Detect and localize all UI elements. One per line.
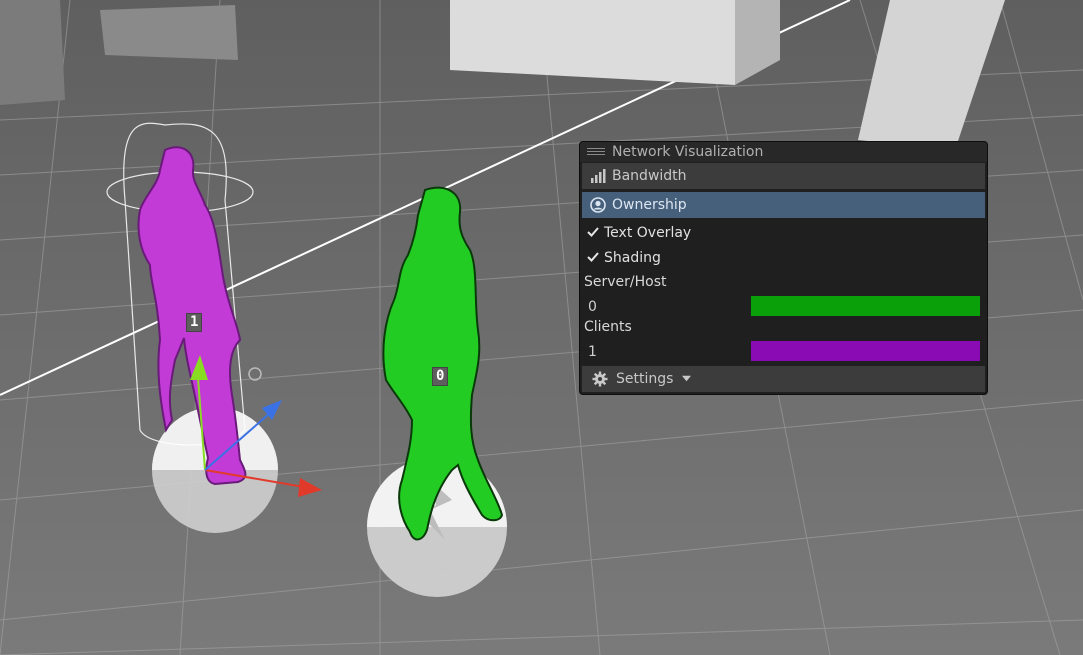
crate: [100, 5, 238, 60]
crate-left: [0, 0, 65, 105]
settings-dropdown-button[interactable]: Settings: [582, 366, 985, 392]
bandwidth-button[interactable]: Bandwidth: [582, 163, 985, 189]
panel-title: Network Visualization: [612, 144, 764, 160]
text-overlay-label: Text Overlay: [604, 225, 692, 241]
settings-label: Settings: [616, 371, 674, 387]
user-circle-icon: [590, 197, 606, 213]
signal-bars-icon: [591, 169, 606, 183]
server-host-id: 0: [588, 299, 597, 315]
checkmark-icon: [587, 252, 599, 262]
ownership-button[interactable]: Ownership: [582, 192, 985, 218]
text-overlay-toggle[interactable]: Text Overlay: [586, 221, 691, 245]
drag-handle-icon[interactable]: [587, 148, 605, 156]
wall-block: [450, 0, 735, 85]
green-player-owner-label: 0: [432, 367, 449, 386]
network-visualization-panel[interactable]: Network Visualization Bandwidth Ownershi…: [579, 141, 988, 395]
clients-heading: Clients: [584, 319, 632, 335]
ownership-label: Ownership: [612, 197, 687, 213]
shading-toggle[interactable]: Shading: [586, 246, 661, 270]
server-host-heading: Server/Host: [584, 274, 667, 290]
panel-title-bar[interactable]: Network Visualization: [580, 142, 987, 162]
gear-icon: [592, 371, 608, 387]
client-color-swatch[interactable]: [751, 341, 980, 361]
purple-player-owner-label: 1: [186, 313, 203, 332]
shading-label: Shading: [604, 250, 661, 266]
checkmark-icon: [587, 227, 599, 237]
client-id: 1: [588, 344, 597, 360]
caret-down-icon: [681, 375, 691, 382]
bandwidth-label: Bandwidth: [612, 168, 687, 184]
server-host-color-swatch[interactable]: [751, 296, 980, 316]
